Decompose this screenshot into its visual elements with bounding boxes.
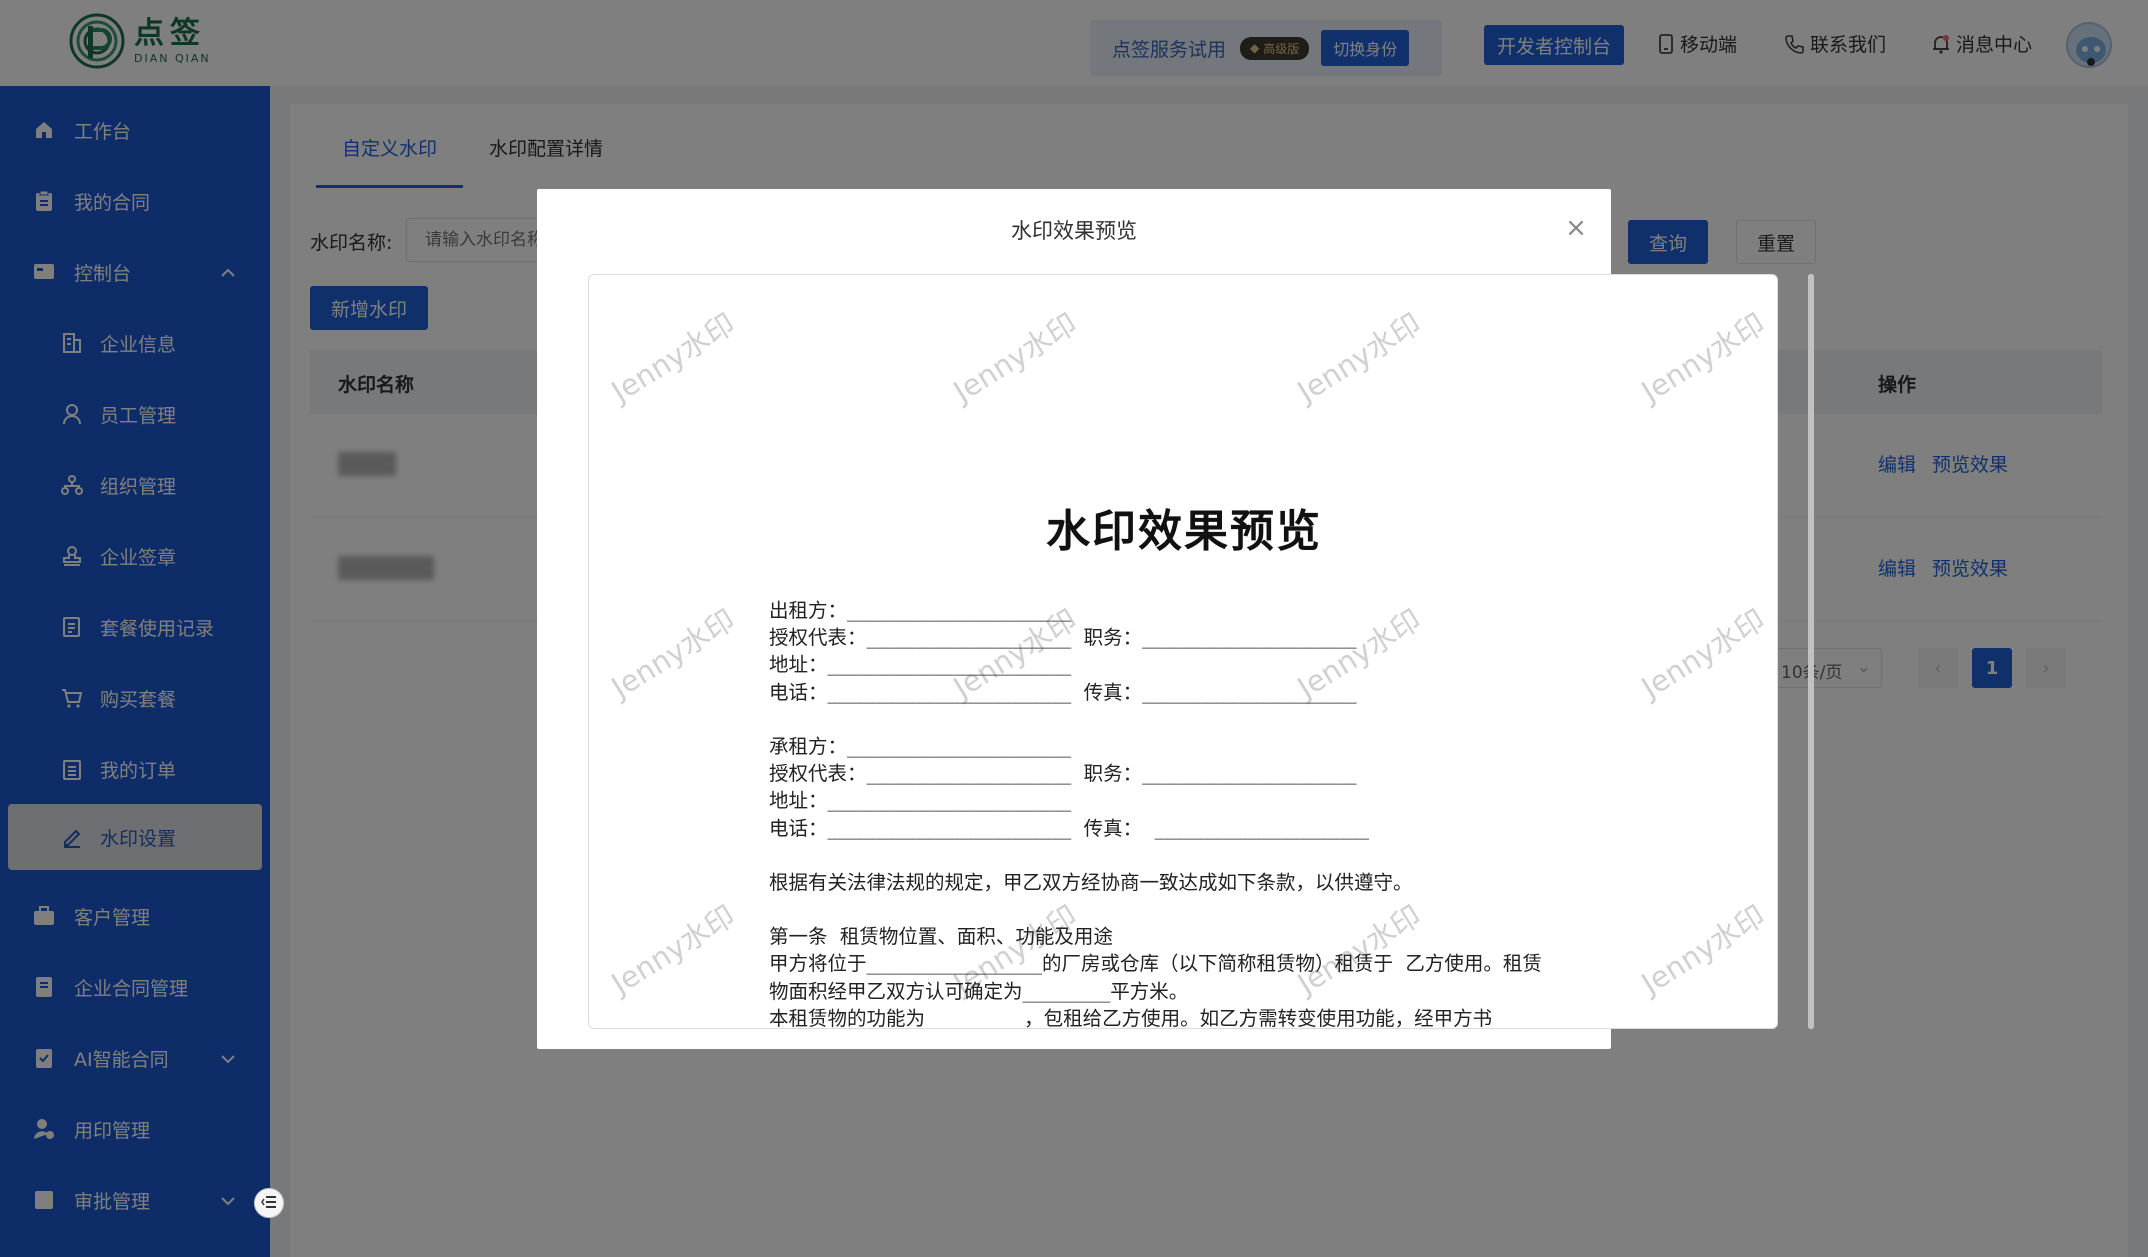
document-line: 地址：_________________________: [769, 653, 1072, 677]
document-title: 水印效果预览: [1046, 506, 1322, 557]
document-line: 授权代表：_____________________ 职务：__________…: [769, 626, 1357, 650]
document-line: 承租方：_______________________: [769, 734, 1072, 758]
watermark-text: Jenny水印: [1635, 898, 1771, 1001]
watermark-text: Jenny水印: [1635, 306, 1771, 409]
document-line: 根据有关法律法规的规定，甲乙双方经协商一致达成如下条款，以供遵守。: [769, 870, 1413, 894]
watermark-text: Jenny水印: [1291, 306, 1427, 409]
document-preview[interactable]: Jenny水印 Jenny水印 Jenny水印 Jenny水印 Jenny水印 …: [588, 274, 1778, 1029]
menu-fold-icon: [261, 1194, 277, 1213]
close-icon[interactable]: ×: [1561, 213, 1591, 243]
watermark-text: Jenny水印: [605, 602, 741, 705]
document-line: 电话：_________________________ 传真： _______…: [769, 816, 1370, 840]
document-line: 第一条 租赁物位置、面积、功能及用途: [769, 925, 1113, 949]
watermark-text: Jenny水印: [605, 306, 741, 409]
scrollbar-thumb[interactable]: [1808, 274, 1814, 1029]
document-line: 地址：_________________________: [769, 789, 1072, 813]
sidebar-collapse-button[interactable]: [254, 1188, 284, 1218]
document-line: 授权代表：_____________________ 职务：__________…: [769, 762, 1357, 786]
document-line: 出租方：_______________________: [769, 599, 1072, 622]
document-body: 出租方：_______________________ 授权代表：________…: [769, 597, 1599, 1029]
watermark-text: Jenny水印: [1635, 602, 1771, 705]
document-line: 电话：_________________________ 传真：________…: [769, 680, 1357, 704]
dialog-title: 水印效果预览: [1011, 219, 1137, 243]
watermark-text: Jenny水印: [947, 306, 1083, 409]
document-line: 物面积经甲乙双方认可确定为_________平方米。: [769, 979, 1189, 1003]
document-line: 甲方将位于__________________的厂房或仓库（以下简称租赁物）租赁…: [769, 952, 1542, 976]
preview-scrollbar[interactable]: [1808, 274, 1814, 1029]
document-line: 本租赁物的功能为 ，包租给乙方使用。如乙方需转变使用功能，经甲方书: [769, 1006, 1493, 1029]
watermark-text: Jenny水印: [605, 898, 741, 1001]
